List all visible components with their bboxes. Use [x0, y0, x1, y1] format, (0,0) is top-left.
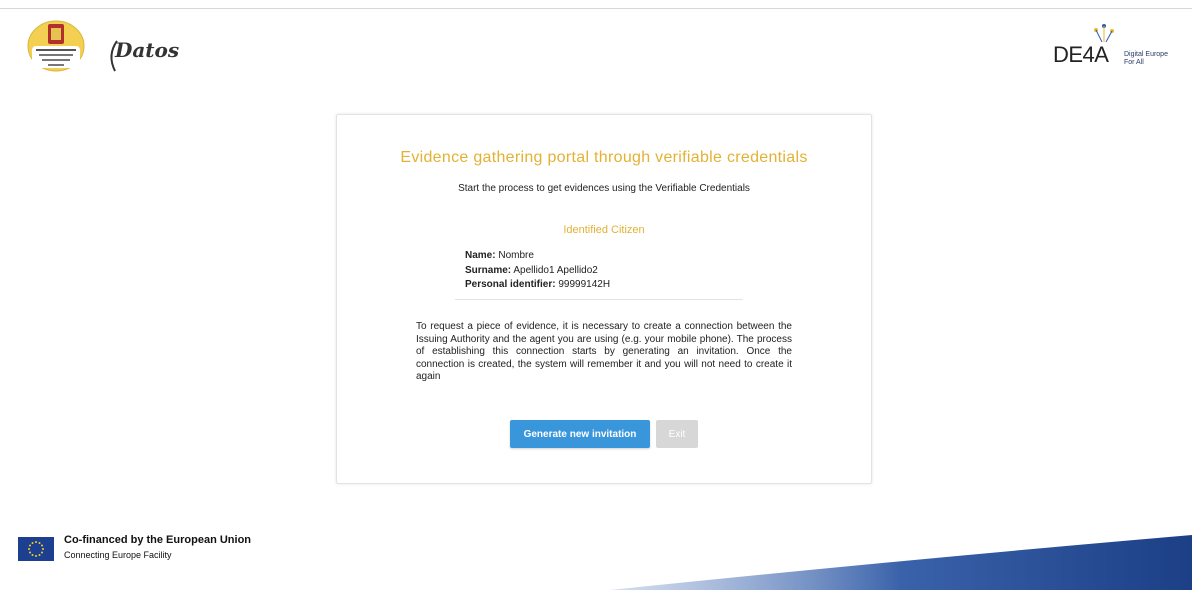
- name-value: Nombre: [498, 250, 534, 261]
- de4a-logo-text: DE4A: [1053, 42, 1109, 67]
- citizen-id-row: Personal identifier: 99999142H: [465, 278, 610, 293]
- de4a-tagline-line2: For All: [1124, 59, 1144, 66]
- page-subtitle: Start the process to get evidences using…: [458, 183, 750, 194]
- surname-label: Surname:: [465, 264, 512, 276]
- citizen-name-row: Name: Nombre: [465, 249, 610, 264]
- exit-button[interactable]: Exit: [656, 420, 698, 448]
- eu-flag-icon: [18, 537, 54, 561]
- de4a-logo: DE4A Digital Europe For All: [1052, 22, 1182, 74]
- de4a-tagline: Digital Europe For All: [1124, 51, 1184, 67]
- cef-text: Connecting Europe Facility: [64, 550, 172, 560]
- personal-identifier-value: 99999142H: [558, 279, 611, 290]
- page-title: Evidence gathering portal through verifi…: [400, 149, 808, 166]
- evidence-portal-card: Evidence gathering portal through verifi…: [336, 114, 872, 484]
- generate-invitation-button[interactable]: Generate new invitation: [510, 420, 650, 448]
- divider: [455, 299, 743, 300]
- cofinanced-text: Co-financed by the European Union: [64, 534, 252, 546]
- de4a-tagline-line1: Digital Europe: [1124, 51, 1168, 58]
- datos-logo-text: Datos: [115, 38, 180, 62]
- connection-info-text: To request a piece of evidence, it is ne…: [416, 321, 792, 383]
- identified-citizen-heading: Identified Citizen: [563, 224, 645, 236]
- datos-logo: Datos: [103, 35, 179, 75]
- personal-identifier-label: Personal identifier:: [465, 279, 556, 290]
- top-border: [0, 0, 1192, 9]
- ministry-logo: [26, 20, 86, 72]
- citizen-details: Name: Nombre Surname: Apellido1 Apellido…: [465, 249, 610, 293]
- surname-value: Apellido1 Apellido2: [513, 264, 598, 276]
- name-label: Name:: [465, 250, 496, 261]
- citizen-surname-row: Surname: Apellido1 Apellido2: [465, 264, 610, 279]
